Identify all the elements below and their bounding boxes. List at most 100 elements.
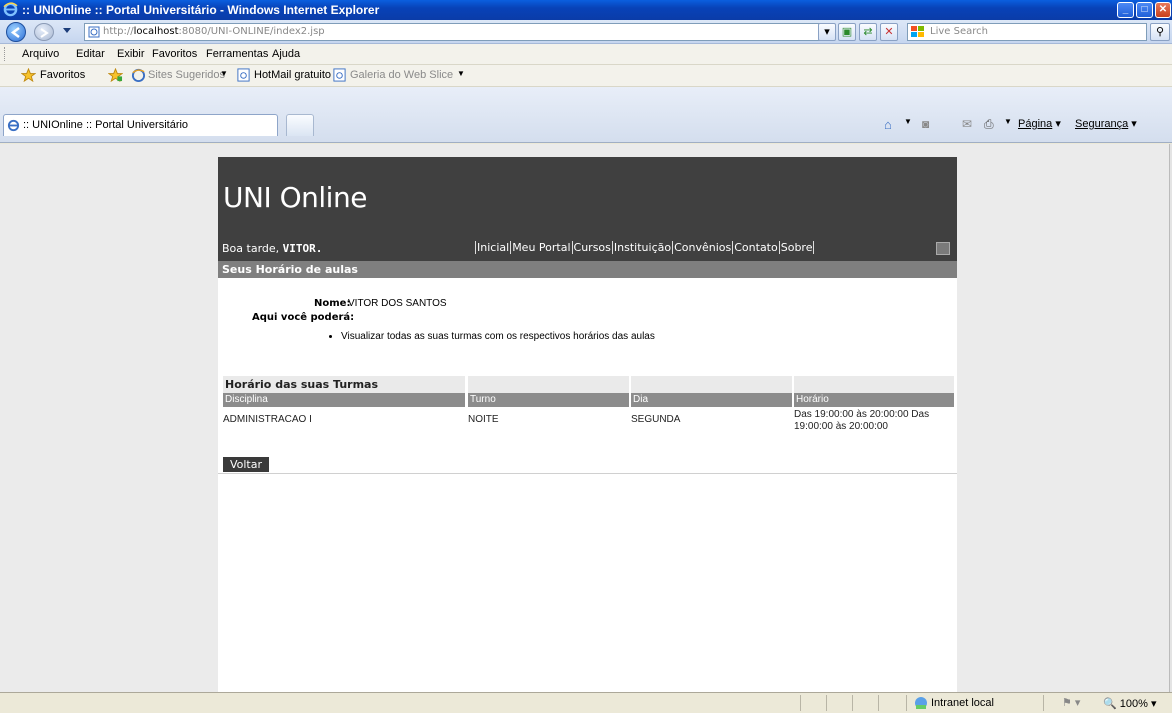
status-separator <box>826 695 827 711</box>
menu-ajuda[interactable]: Ajuda <box>272 48 300 60</box>
nav-cursos[interactable]: Cursos <box>571 241 612 254</box>
section-title: Seus Horário de aulas <box>218 261 957 278</box>
page-menu-label: Página <box>1018 118 1053 130</box>
name-value: VITOR DOS SANTOS <box>348 298 447 309</box>
compatibility-icon[interactable]: ▣ <box>838 23 856 41</box>
print-dropdown-icon[interactable]: ▼ <box>1004 117 1012 126</box>
nav-contato[interactable]: Contato <box>732 241 779 254</box>
window-titlebar: :: UNIOnline :: Portal Universitário - W… <box>0 0 1172 20</box>
address-bar: http://localhost:8080/UNI-ONLINE/index2.… <box>0 20 1172 44</box>
cell-dia: SEGUNDA <box>631 414 681 425</box>
stop-icon[interactable]: ✕ <box>880 23 898 41</box>
minimize-button[interactable]: _ <box>1117 2 1134 18</box>
maximize-button[interactable]: □ <box>1136 2 1153 18</box>
search-input[interactable]: Live Search <box>907 23 1147 41</box>
suggested-sites-dropdown-icon[interactable]: ▼ <box>220 69 228 78</box>
history-dropdown-icon[interactable] <box>63 28 71 33</box>
security-zone: Intranet local <box>931 697 994 709</box>
ie-logo-icon <box>3 2 18 17</box>
status-bar: Intranet local ⚑ ▾ 🔍 100% ▾ <box>0 692 1172 713</box>
back-nav-button[interactable] <box>6 22 26 42</box>
address-input[interactable]: http://localhost:8080/UNI-ONLINE/index2.… <box>84 23 834 41</box>
nav-meu-portal[interactable]: Meu Portal <box>510 241 572 254</box>
menu-editar[interactable]: Editar <box>76 48 105 60</box>
status-separator <box>906 695 907 711</box>
page-viewport: UNI Online Boa tarde, VITOR. Inicial Meu … <box>0 144 1169 692</box>
web-slice-page-icon <box>333 68 346 82</box>
menu-arquivo[interactable]: Arquivo <box>22 48 59 60</box>
home-icon[interactable]: ⌂ <box>884 117 892 132</box>
schedule-caption-blank <box>631 376 792 393</box>
menu-grip <box>4 47 6 61</box>
home-dropdown-icon[interactable]: ▼ <box>904 117 912 126</box>
site-title: UNI Online <box>223 181 367 214</box>
cell-disciplina: ADMINISTRACAO I <box>223 414 312 425</box>
favorites-star-icon <box>21 68 36 82</box>
top-nav: Inicial Meu Portal Cursos Instituição Convên… <box>475 241 815 254</box>
live-search-icon <box>911 26 924 37</box>
status-separator <box>800 695 801 711</box>
back-arrow-icon <box>10 27 20 38</box>
hotmail-link[interactable]: HotMail gratuito <box>254 69 331 81</box>
feeds-icon[interactable]: ◙ <box>922 117 929 131</box>
back-button[interactable]: Voltar <box>223 457 269 472</box>
web-slice-link[interactable]: Galeria do Web Slice <box>350 69 453 81</box>
print-icon[interactable]: ⎙ <box>984 117 994 132</box>
can-item: Visualizar todas as suas turmas com os r… <box>341 331 655 342</box>
hotmail-page-icon <box>237 68 250 82</box>
cell-horario: Das 19:00:00 às 20:00:00 Das 19:00:00 às… <box>794 409 930 432</box>
favorites-button[interactable]: Favoritos <box>40 69 85 81</box>
page-menu[interactable]: Página ▾ <box>1018 117 1061 130</box>
suggested-sites-icon <box>131 68 146 82</box>
refresh-icon[interactable]: ⇄ <box>859 23 877 41</box>
page-icon <box>88 26 100 38</box>
window-title: :: UNIOnline :: Portal Universitário - W… <box>22 3 380 17</box>
nav-instituicao[interactable]: Instituição <box>611 241 673 254</box>
status-separator <box>1043 695 1044 711</box>
status-separator <box>852 695 853 711</box>
forward-nav-button[interactable] <box>34 23 54 41</box>
logout-icon[interactable] <box>936 242 950 255</box>
menu-favoritos[interactable]: Favoritos <box>152 48 197 60</box>
name-label: Nome: <box>314 298 351 309</box>
nav-inicial[interactable]: Inicial <box>475 241 511 254</box>
new-tab-button[interactable] <box>286 114 314 136</box>
col-header-horario: Horário <box>794 393 954 407</box>
page-divider <box>218 473 957 474</box>
schedule-caption-blank <box>794 376 954 393</box>
schedule-caption: Horário das suas Turmas <box>223 376 465 393</box>
url-prefix: http:// <box>103 26 134 37</box>
greeting: Boa tarde, VITOR. <box>222 242 322 255</box>
zoom-value: 100% <box>1119 698 1148 710</box>
col-header-disciplina: Disciplina <box>223 393 465 407</box>
menu-exibir[interactable]: Exibir <box>117 48 145 60</box>
address-dropdown-button[interactable]: ▾ <box>818 23 836 41</box>
forward-arrow-icon <box>40 28 49 38</box>
nav-convenios[interactable]: Convênios <box>672 241 733 254</box>
portal-header: UNI Online Boa tarde, VITOR. Inicial Meu … <box>218 157 957 261</box>
add-favorite-icon[interactable] <box>108 68 123 82</box>
greeting-prefix: Boa tarde, <box>222 242 283 255</box>
protected-mode-icon[interactable]: ⚑ ▾ <box>1062 696 1080 709</box>
web-slice-dropdown-icon[interactable]: ▼ <box>457 69 465 78</box>
tab-uni-online[interactable]: :: UNIOnline :: Portal Universitário <box>3 114 278 136</box>
nav-sobre[interactable]: Sobre <box>778 241 815 254</box>
cell-turno: NOITE <box>468 414 499 425</box>
col-header-turno: Turno <box>468 393 629 407</box>
portal-page: UNI Online Boa tarde, VITOR. Inicial Meu … <box>218 157 957 692</box>
col-header-dia: Dia <box>631 393 792 407</box>
status-separator <box>878 695 879 711</box>
suggested-sites-link[interactable]: Sites Sugeridos <box>148 69 225 81</box>
menu-bar: Arquivo Editar Exibir Favoritos Ferramen… <box>0 44 1172 65</box>
can-label: Aqui você poderá: <box>252 312 355 323</box>
greeting-user: VITOR. <box>282 242 323 255</box>
mail-icon[interactable]: ✉ <box>962 117 972 131</box>
security-menu[interactable]: Segurança ▾ <box>1075 117 1137 130</box>
url-path: :8080/UNI-ONLINE/index2.jsp <box>178 26 325 37</box>
intranet-zone-icon <box>915 697 927 709</box>
menu-ferramentas[interactable]: Ferramentas <box>206 48 268 60</box>
close-button[interactable]: ✕ <box>1155 2 1171 18</box>
zoom-level[interactable]: 🔍 100% ▾ <box>1103 697 1156 710</box>
search-go-icon[interactable]: ⚲ <box>1150 23 1170 41</box>
tab-label: :: UNIOnline :: Portal Universitário <box>23 119 189 131</box>
